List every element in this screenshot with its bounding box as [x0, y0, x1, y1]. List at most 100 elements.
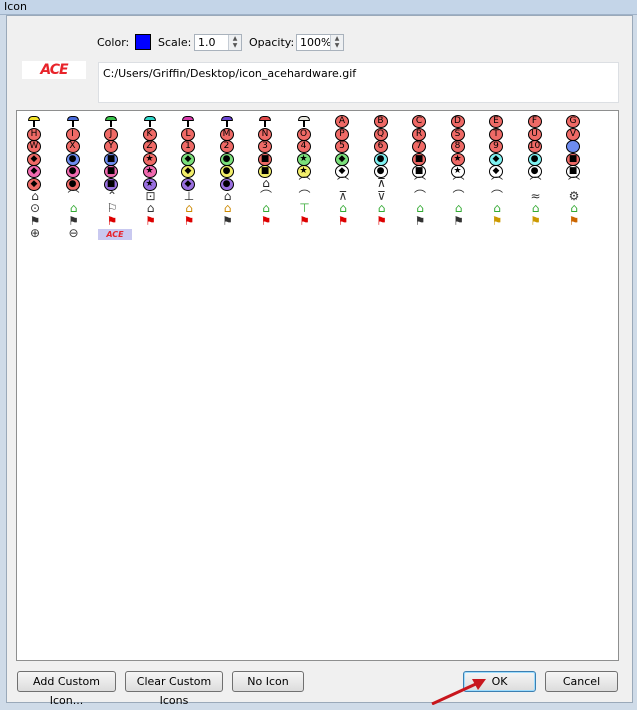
icon-option[interactable]: ■ — [100, 165, 122, 179]
icon-option[interactable]: K — [139, 127, 161, 141]
icon-option[interactable]: ⚑ — [524, 214, 546, 228]
no-icon-button[interactable]: No Icon — [232, 671, 304, 692]
icon-option[interactable]: ★ — [139, 152, 161, 166]
icon-option[interactable]: ⚑ — [293, 214, 315, 228]
icon-option[interactable]: ● — [370, 152, 392, 166]
icon-option[interactable]: A — [331, 115, 353, 128]
icon-option[interactable]: ⊕ — [23, 226, 45, 240]
icon-option[interactable]: O — [293, 127, 315, 141]
icon-option[interactable]: ⚑ — [370, 214, 392, 228]
icon-option[interactable]: P — [331, 127, 353, 141]
icon-option[interactable]: ⚑ — [254, 214, 276, 228]
icon-option[interactable]: ⊖ — [62, 226, 84, 240]
icon-option[interactable]: ■ — [562, 152, 584, 166]
scale-spinner-arrows[interactable]: ▲ ▼ — [228, 35, 241, 50]
icon-option[interactable] — [562, 140, 584, 154]
icon-option[interactable]: 9 — [485, 140, 507, 154]
spin-down-icon[interactable]: ▼ — [229, 42, 241, 49]
icon-option[interactable]: ◆ — [23, 152, 45, 166]
icon-option[interactable]: 5 — [331, 140, 353, 154]
icon-option[interactable] — [100, 115, 122, 127]
icon-option[interactable]: S — [447, 127, 469, 141]
icon-option[interactable]: ⚑ — [408, 214, 430, 228]
opacity-spinner-arrows[interactable]: ▲ ▼ — [330, 35, 343, 50]
icon-option[interactable]: ★ — [293, 152, 315, 166]
icon-option[interactable]: C — [408, 115, 430, 128]
icon-option[interactable] — [23, 115, 45, 127]
scale-spinner[interactable]: 1.0 ▲ ▼ — [194, 34, 242, 51]
icon-grid[interactable]: A B C D E F G H I J K L M N O P Q R S T U V W X Y Z 1 2 3 4 5 6 7 8 9 10 ◆ ● ■… — [16, 110, 619, 661]
icon-option[interactable]: I — [62, 127, 84, 141]
icon-option[interactable]: ⚑ — [177, 214, 199, 228]
icon-option[interactable]: M — [216, 127, 238, 141]
color-swatch[interactable] — [135, 34, 151, 50]
icon-option[interactable]: 3 — [254, 140, 276, 154]
icon-option[interactable]: V — [562, 127, 584, 141]
spin-up-icon[interactable]: ▲ — [229, 35, 241, 42]
icon-option[interactable]: ★ — [139, 165, 161, 179]
icon-option[interactable]: ◆ — [177, 165, 199, 179]
icon-option[interactable] — [62, 115, 84, 127]
icon-option[interactable]: X — [62, 140, 84, 154]
circle-marker-icon: ● — [65, 152, 80, 166]
icon-option[interactable] — [293, 115, 315, 127]
icon-option[interactable]: N — [254, 127, 276, 141]
icon-option[interactable]: ■ — [100, 152, 122, 166]
icon-option[interactable]: G — [562, 115, 584, 128]
icon-option[interactable]: Y — [100, 140, 122, 154]
clear-custom-icons-button[interactable]: Clear Custom Icons — [125, 671, 223, 707]
icon-option[interactable]: D — [447, 115, 469, 128]
icon-option[interactable]: ◆ — [485, 152, 507, 166]
icon-option[interactable]: 7 — [408, 140, 430, 154]
icon-option[interactable]: ⚑ — [100, 214, 122, 228]
circle-marker-icon: ◆ — [181, 152, 195, 166]
icon-option[interactable]: ◆ — [331, 152, 353, 166]
icon-option[interactable]: ★ — [447, 152, 469, 166]
icon-option[interactable] — [216, 115, 238, 127]
icon-option[interactable]: W — [23, 140, 45, 154]
icon-option[interactable] — [177, 115, 199, 127]
icon-option[interactable]: ■ — [408, 152, 430, 166]
icon-option[interactable]: ◆ — [177, 152, 199, 166]
icon-option[interactable]: H — [23, 127, 45, 141]
icon-option[interactable]: B — [370, 115, 392, 128]
icon-option[interactable]: ⚑ — [139, 214, 161, 228]
icon-option[interactable]: 8 — [447, 140, 469, 154]
opacity-spinner[interactable]: 100% ▲ ▼ — [296, 34, 344, 51]
icon-option[interactable]: ● — [524, 152, 546, 166]
icon-option[interactable]: ■ — [254, 152, 276, 166]
icon-option[interactable] — [254, 115, 276, 127]
icon-option[interactable]: U — [524, 127, 546, 141]
icon-option[interactable]: ⚑ — [331, 214, 353, 228]
icon-option[interactable]: ● — [62, 152, 84, 166]
icon-option[interactable]: ⚑ — [216, 214, 238, 228]
icon-option[interactable]: 6 — [370, 140, 392, 154]
icon-option[interactable] — [139, 115, 161, 127]
icon-option[interactable]: ⚑ — [485, 214, 507, 228]
add-custom-icon-button[interactable]: Add Custom Icon... — [17, 671, 116, 707]
circle-marker-icon: L — [181, 127, 195, 141]
icon-option[interactable]: T — [485, 127, 507, 141]
icon-option[interactable]: ◆ — [23, 165, 45, 179]
spin-up-icon[interactable]: ▲ — [331, 35, 343, 42]
cancel-button[interactable]: Cancel — [545, 671, 618, 692]
icon-option[interactable]: F — [524, 115, 546, 128]
icon-option[interactable]: 10 — [524, 140, 546, 154]
circle-marker-icon: K — [142, 127, 157, 141]
icon-option[interactable]: ⚑ — [447, 214, 469, 228]
icon-option[interactable]: 2 — [216, 140, 238, 154]
icon-option[interactable]: ● — [62, 165, 84, 179]
icon-option[interactable]: ACE — [98, 228, 132, 241]
icon-option[interactable]: J — [100, 127, 122, 141]
icon-option[interactable]: R — [408, 127, 430, 141]
icon-option[interactable]: 1 — [177, 140, 199, 154]
icon-option[interactable]: Q — [370, 127, 392, 141]
icon-option[interactable]: Z — [139, 140, 161, 154]
icon-option[interactable]: ⚑ — [562, 214, 584, 228]
icon-option[interactable]: ● — [216, 165, 238, 179]
icon-option[interactable]: ● — [216, 152, 238, 166]
spin-down-icon[interactable]: ▼ — [331, 42, 343, 49]
icon-option[interactable]: 4 — [293, 140, 315, 154]
icon-option[interactable]: L — [177, 127, 199, 141]
icon-option[interactable]: E — [485, 115, 507, 128]
